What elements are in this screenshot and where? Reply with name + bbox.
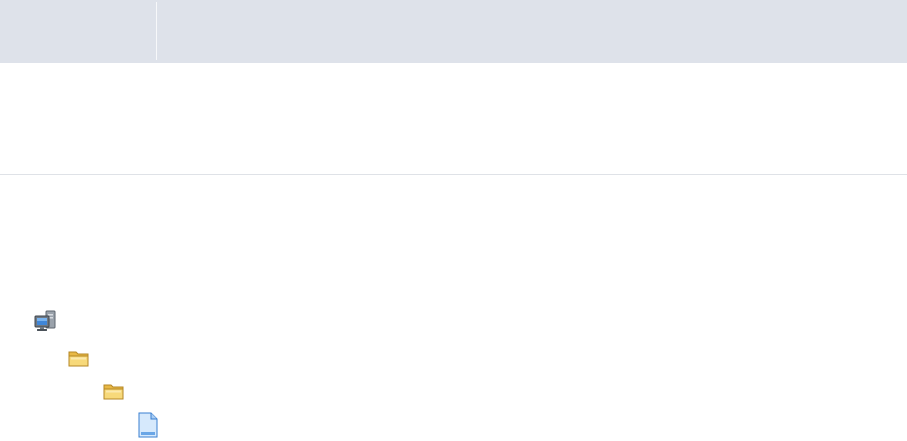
tree-node-folder[interactable] <box>102 382 132 406</box>
tree-node-computer[interactable] <box>32 309 64 339</box>
tree-node-file[interactable] <box>136 412 166 441</box>
computer-network-icon <box>32 309 58 339</box>
app-window <box>0 0 907 441</box>
folder-icon <box>102 381 126 407</box>
tree-node-folder[interactable] <box>67 349 97 373</box>
file-tree <box>0 0 907 441</box>
document-file-icon <box>136 412 160 441</box>
folder-icon <box>67 348 91 374</box>
